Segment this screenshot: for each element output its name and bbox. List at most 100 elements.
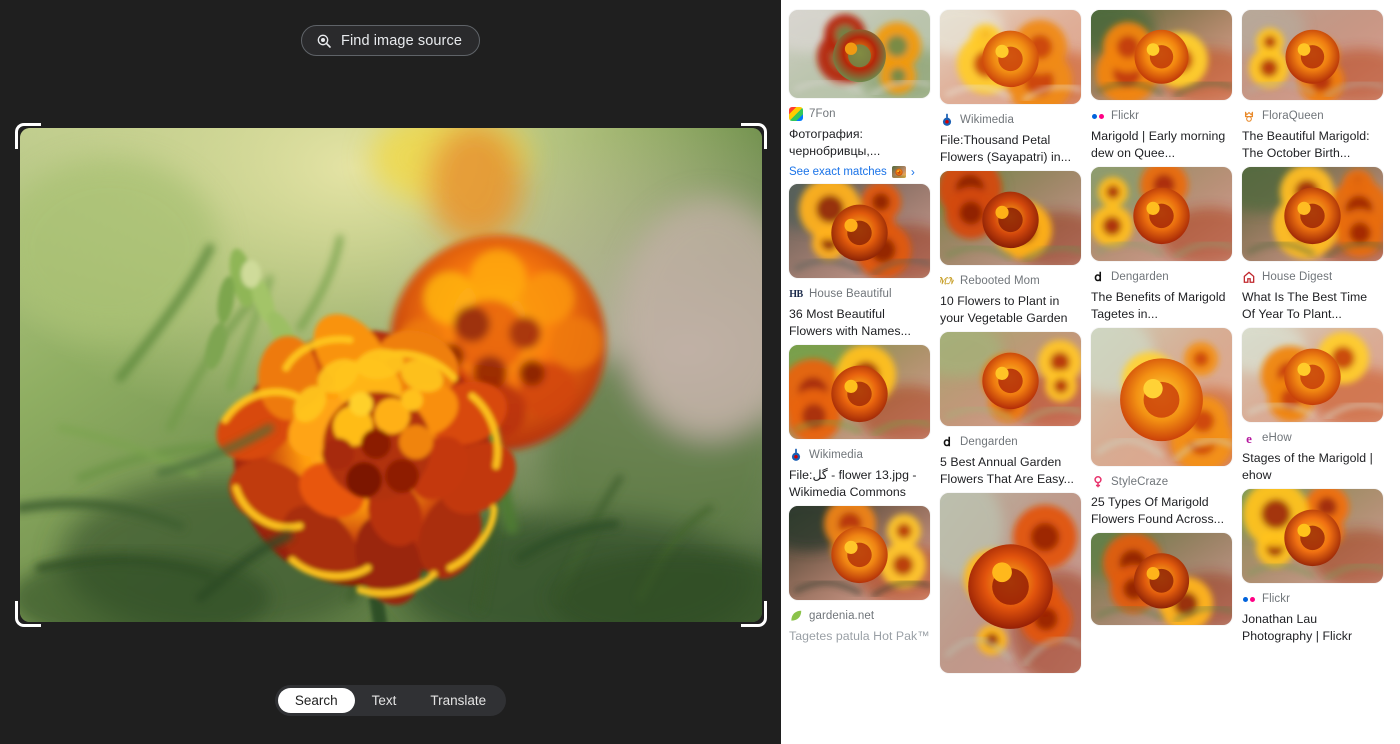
match-source-row: gardenia.net (789, 608, 930, 624)
match-source-row: House Digest (1242, 269, 1383, 285)
dengarden-icon: 𝖽 (1094, 270, 1102, 284)
image-preview-panel: Find image source Search Text Translate (0, 0, 781, 744)
match-source-name: Dengarden (1111, 271, 1169, 283)
match-title[interactable]: The Beautiful Marigold: The October Birt… (1242, 128, 1383, 161)
visual-match-card[interactable]: 𝖽 Dengarden 5 Best Annual Garden Flowers T… (940, 332, 1081, 487)
match-source-row: e eHow (1242, 430, 1383, 446)
match-source-row: 𝖽 Dengarden (940, 434, 1081, 450)
match-thumbnail[interactable] (940, 10, 1081, 104)
visual-match-card[interactable]: Wikimedia File:Thousand Petal Flowers (Sa… (940, 10, 1081, 165)
visual-match-card[interactable]: gardenia.net Tagetes patula Hot Pak™ (789, 506, 930, 645)
match-thumbnail[interactable] (1091, 10, 1232, 100)
match-thumbnail[interactable] (1091, 167, 1232, 261)
match-source-row: Flickr (1091, 108, 1232, 124)
match-title[interactable]: 25 Types Of Marigold Flowers Found Acros… (1091, 494, 1232, 527)
crop-handle-bottom-right[interactable] (741, 601, 767, 627)
visual-match-card[interactable]: FloraQueen The Beautiful Marigold: The Oc… (1242, 10, 1383, 161)
ehow-icon: e (1246, 431, 1252, 445)
tab-search[interactable]: Search (277, 688, 355, 713)
wikimedia-icon (940, 113, 954, 127)
match-source-row: StyleCraze (1091, 474, 1232, 490)
results-column-3: Flickr Marigold | Early morning dew on Qu… (1091, 10, 1232, 744)
find-source-toolbar: Find image source (0, 25, 781, 56)
crop-frame[interactable] (15, 123, 767, 627)
visual-match-card[interactable] (1091, 533, 1232, 625)
match-source-name: Wikimedia (960, 114, 1014, 126)
results-masonry: 7Fon Фотография: чернобривцы,... See exact… (789, 10, 1400, 744)
match-source-name: Flickr (1262, 593, 1291, 605)
match-source-row: Flickr (1242, 591, 1383, 607)
match-title[interactable]: Jonathan Lau Photography | Flickr (1242, 611, 1383, 644)
match-source-row: HB House Beautiful (789, 286, 930, 302)
visual-match-card[interactable]: Flickr Jonathan Lau Photography | Flickr (1242, 489, 1383, 644)
match-thumbnail[interactable] (1242, 10, 1383, 100)
match-thumbnail[interactable] (789, 10, 930, 98)
exact-match-thumbnail-icon (891, 166, 906, 178)
match-source-name: 7Fon (809, 108, 836, 120)
match-source-row: ℳℳ Rebooted Mom (940, 273, 1081, 289)
leaf-icon (789, 609, 803, 623)
match-title[interactable]: File:گل - flower 13.jpg - Wikimedia Comm… (789, 467, 930, 500)
visual-match-card[interactable] (940, 493, 1081, 673)
match-source-row: Wikimedia (789, 447, 930, 463)
crop-handle-top-right[interactable] (741, 123, 767, 149)
match-source-name: gardenia.net (809, 610, 875, 622)
match-source-name: House Beautiful (809, 288, 892, 300)
tab-text[interactable]: Text (355, 688, 414, 713)
source-image[interactable] (20, 128, 762, 622)
match-title[interactable]: 10 Flowers to Plant in your Vegetable Ga… (940, 293, 1081, 326)
match-source-name: Flickr (1111, 110, 1140, 122)
crop-handle-top-left[interactable] (15, 123, 41, 149)
match-thumbnail[interactable] (1242, 328, 1383, 422)
match-title[interactable]: 5 Best Annual Garden Flowers That Are Ea… (940, 454, 1081, 487)
match-thumbnail[interactable] (940, 332, 1081, 426)
match-source-name: Rebooted Mom (960, 275, 1040, 287)
match-title[interactable]: 36 Most Beautiful Flowers with Names... (789, 306, 930, 339)
chevron-right-icon: › (910, 165, 915, 179)
visual-match-card[interactable]: Flickr Marigold | Early morning dew on Qu… (1091, 10, 1232, 161)
visual-match-card[interactable]: HB House Beautiful 36 Most Beautiful Flowe… (789, 184, 930, 339)
match-title[interactable]: Stages of the Marigold | ehow (1242, 450, 1383, 483)
visual-match-card[interactable]: Wikimedia File:گل - flower 13.jpg - Wikim… (789, 345, 930, 500)
match-source-name: FloraQueen (1262, 110, 1324, 122)
visual-match-card[interactable]: 7Fon Фотография: чернобривцы,... See exact… (789, 10, 930, 178)
match-source-row: 𝖽 Dengarden (1091, 269, 1232, 285)
match-title[interactable]: Tagetes patula Hot Pak™ (789, 628, 930, 645)
match-thumbnail[interactable] (1091, 533, 1232, 625)
visual-match-card[interactable]: ℳℳ Rebooted Mom 10 Flowers to Plant in you… (940, 171, 1081, 326)
match-source-row: Wikimedia (940, 112, 1081, 128)
match-title[interactable]: Marigold | Early morning dew on Quee... (1091, 128, 1232, 161)
crop-handle-bottom-left[interactable] (15, 601, 41, 627)
match-source-name: Dengarden (960, 436, 1018, 448)
see-exact-matches-link[interactable]: See exact matches › (789, 166, 930, 178)
match-title[interactable]: What Is The Best Time Of Year To Plant..… (1242, 289, 1383, 322)
match-title[interactable]: The Benefits of Marigold Tagetes in... (1091, 289, 1232, 322)
match-thumbnail[interactable] (1242, 489, 1383, 583)
results-column-2: Wikimedia File:Thousand Petal Flowers (Sa… (940, 10, 1081, 744)
tab-translate[interactable]: Translate (413, 688, 503, 713)
visual-match-card[interactable]: e eHow Stages of the Marigold | ehow (1242, 328, 1383, 483)
match-thumbnail[interactable] (1091, 328, 1232, 466)
visual-match-card[interactable]: House Digest What Is The Best Time Of Yea… (1242, 167, 1383, 322)
visual-matches-panel[interactable]: 7Fon Фотография: чернобривцы,... See exact… (781, 0, 1400, 744)
match-title[interactable]: File:Thousand Petal Flowers (Sayapatri) … (940, 132, 1081, 165)
flickr-dots-icon (1242, 592, 1256, 606)
match-thumbnail[interactable] (940, 493, 1081, 673)
find-image-source-button[interactable]: Find image source (301, 25, 480, 56)
wikimedia-icon (789, 448, 803, 462)
results-column-4: FloraQueen The Beautiful Marigold: The Oc… (1242, 10, 1383, 744)
match-thumbnail[interactable] (789, 506, 930, 600)
match-source-name: StyleCraze (1111, 476, 1169, 488)
match-title[interactable]: Фотография: чернобривцы,... (789, 126, 930, 159)
mode-switch: Search Text Translate (274, 685, 507, 716)
match-thumbnail[interactable] (789, 345, 930, 439)
visual-match-card[interactable]: 𝖽 Dengarden The Benefits of Marigold Taget… (1091, 167, 1232, 322)
match-thumbnail[interactable] (940, 171, 1081, 265)
visual-match-card[interactable]: StyleCraze 25 Types Of Marigold Flowers F… (1091, 328, 1232, 527)
floraqueen-icon (1242, 109, 1256, 123)
match-thumbnail[interactable] (789, 184, 930, 278)
mode-switch-wrap: Search Text Translate (0, 685, 781, 716)
match-thumbnail[interactable] (1242, 167, 1383, 261)
flickr-dots-icon (1091, 109, 1105, 123)
hb-monogram-icon: HB (789, 288, 803, 300)
